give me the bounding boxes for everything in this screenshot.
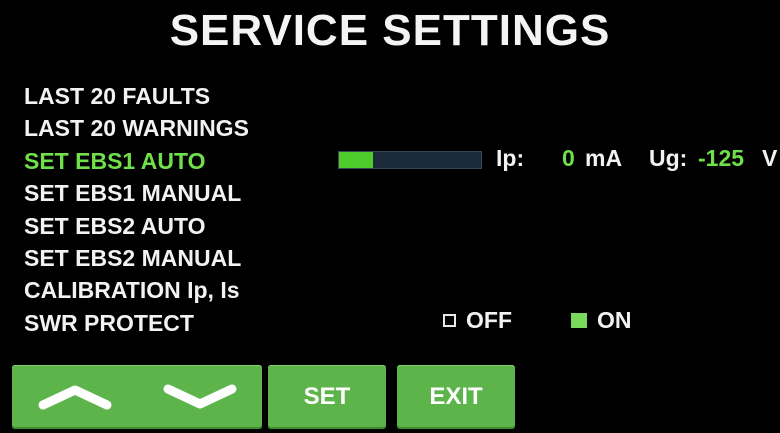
menu-item-last-20-faults[interactable]: LAST 20 FAULTS (24, 80, 249, 112)
ug-label: Ug: (649, 145, 688, 171)
ug-unit: V (762, 145, 778, 171)
menu-item-set-ebs2-auto[interactable]: SET EBS2 AUTO (24, 210, 249, 242)
swr-off-option[interactable]: OFF (443, 307, 512, 334)
chevron-down-icon (163, 384, 236, 409)
down-button[interactable] (155, 377, 245, 417)
ip-unit: mA (585, 145, 623, 171)
checkbox-checked-icon (571, 313, 587, 328)
swr-on-option[interactable]: ON (571, 307, 632, 334)
swr-off-label: OFF (466, 307, 512, 333)
menu-item-set-ebs2-manual[interactable]: SET EBS2 MANUAL (24, 242, 249, 274)
ip-label: Ip: (496, 145, 525, 171)
menu-item-set-ebs1-manual[interactable]: SET EBS1 MANUAL (24, 177, 249, 209)
navigation-button-group (12, 365, 262, 429)
page-title: SERVICE SETTINGS (169, 6, 611, 55)
ip-value: 0 (562, 145, 575, 171)
ip-level-bar (338, 151, 482, 169)
menu-item-calibration[interactable]: CALIBRATION Ip, Is (24, 274, 249, 306)
menu-item-set-ebs1-auto[interactable]: SET EBS1 AUTO (24, 145, 249, 177)
up-button[interactable] (30, 377, 120, 417)
swr-on-label: ON (597, 307, 632, 333)
menu-item-last-20-warnings[interactable]: LAST 20 WARNINGS (24, 112, 249, 144)
checkbox-empty-icon (443, 314, 456, 327)
ip-level-fill (339, 152, 374, 168)
ug-value: -125 (698, 145, 745, 171)
chevron-up-icon (38, 385, 111, 410)
exit-button[interactable]: EXIT (397, 365, 515, 429)
menu-item-swr-protect[interactable]: SWR PROTECT (24, 307, 249, 339)
set-button[interactable]: SET (268, 365, 386, 429)
settings-menu: LAST 20 FAULTS LAST 20 WARNINGS SET EBS1… (24, 80, 249, 339)
